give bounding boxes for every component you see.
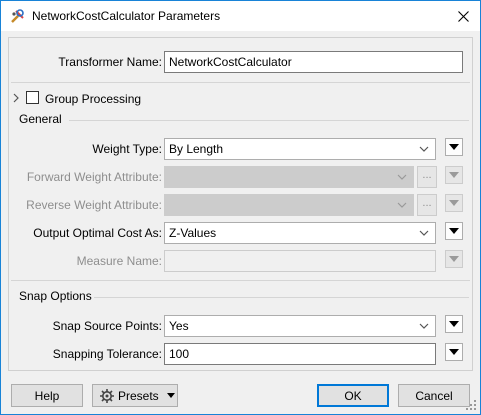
weight-type-label: Weight Type: [92,142,162,156]
measure-name-input[interactable] [164,250,436,272]
ok-button[interactable]: OK [317,384,389,407]
group-processing-checkbox[interactable] [26,91,39,104]
snapping-tolerance-label: Snapping Tolerance: [52,347,162,361]
reverse-weight-browse-button[interactable]: ... [417,194,437,216]
chevron-down-icon [419,146,429,152]
close-button[interactable] [447,3,479,29]
snap-source-menu-button[interactable] [445,315,463,333]
expand-group-processing[interactable] [12,92,20,103]
group-processing-label: Group Processing [45,92,142,106]
measure-name-label: Measure Name: [76,254,162,268]
dialog-window: NetworkCostCalculator Parameters Transfo… [0,0,481,415]
help-button[interactable]: Help [11,384,83,407]
chevron-down-icon [397,174,407,180]
reverse-weight-select[interactable] [164,194,414,216]
snapping-tolerance-input[interactable]: 100 [164,343,436,365]
general-header: General [19,112,62,126]
output-cost-value: Z-Values [169,226,217,240]
chevron-right-icon [13,93,19,103]
presets-button[interactable]: Presets [92,384,178,407]
triangle-down-icon [449,144,459,150]
chevron-down-icon [397,202,407,208]
gear-icon [100,388,114,403]
forward-weight-label: Forward Weight Attribute: [26,170,162,184]
transformer-name-label: Transformer Name: [58,55,162,69]
parameters-panel: Transformer Name: NetworkCostCalculator … [8,37,473,371]
weight-type-select[interactable]: By Length [164,138,436,160]
triangle-down-icon [449,200,459,206]
presets-label: Presets [118,388,159,403]
reverse-weight-menu-button[interactable] [445,194,463,212]
divider [94,297,469,298]
snap-source-value: Yes [169,319,189,333]
chevron-down-icon [419,230,429,236]
divider [69,120,469,121]
weight-type-value: By Length [169,142,224,156]
triangle-down-icon [449,321,459,327]
triangle-down-icon [449,349,459,355]
triangle-down-icon [449,228,459,234]
snap-options-header: Snap Options [19,289,92,303]
resize-grip-icon[interactable] [466,400,476,410]
cancel-button[interactable]: Cancel [398,384,470,407]
output-cost-menu-button[interactable] [445,222,463,240]
divider [11,82,470,83]
forward-weight-menu-button[interactable] [445,166,463,184]
title-bar: NetworkCostCalculator Parameters [1,1,480,31]
fme-transformer-icon [10,8,26,24]
triangle-down-icon [449,172,459,178]
divider [11,280,470,281]
output-cost-select[interactable]: Z-Values [164,222,436,244]
output-cost-label: Output Optimal Cost As: [33,226,162,240]
close-icon [457,10,469,22]
forward-weight-browse-button[interactable]: ... [417,166,437,188]
reverse-weight-label: Reverse Weight Attribute: [26,198,162,212]
transformer-name-input[interactable]: NetworkCostCalculator [164,51,463,73]
triangle-down-icon [449,256,459,262]
window-title: NetworkCostCalculator Parameters [32,9,221,23]
forward-weight-select[interactable] [164,166,414,188]
chevron-down-icon [419,323,429,329]
weight-type-menu-button[interactable] [445,138,463,156]
triangle-down-icon [166,393,175,398]
snap-source-label: Snap Source Points: [52,319,162,333]
snapping-tolerance-menu-button[interactable] [445,343,463,361]
snap-source-select[interactable]: Yes [164,315,436,337]
measure-name-menu-button[interactable] [445,250,463,268]
